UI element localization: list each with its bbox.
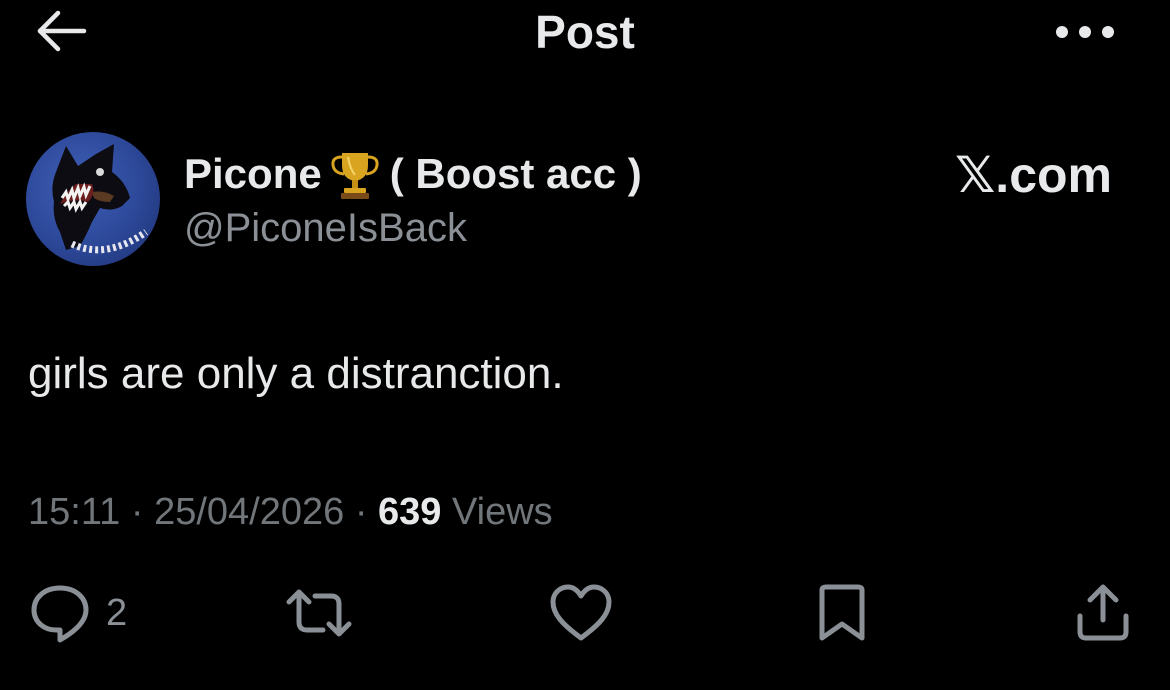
repost-button[interactable] [283,580,355,646]
post-date: 25/04/2026 [154,491,345,533]
user-handle[interactable]: @PiconeIsBack [184,204,467,252]
post-time: 15:11 [28,491,121,533]
post-meta: 15:11 · 25/04/2026 · 639 Views [28,488,553,536]
more-options-button[interactable] [1050,12,1120,52]
views-count[interactable]: 639 [378,491,441,533]
post-text: girls are only a distranction. [28,349,564,398]
share-icon [1077,584,1129,641]
avatar[interactable] [26,132,160,266]
arrow-left-icon [37,10,87,52]
top-bar: Post [0,0,1170,70]
action-bar: 2 [0,580,1170,650]
reply-button[interactable]: 2 [28,580,127,646]
repost-icon [286,589,352,637]
reply-icon [31,585,89,643]
back-button[interactable] [30,6,90,56]
views-label: Views [452,491,553,533]
reply-count: 2 [106,591,128,634]
doberman-avatar [52,144,149,254]
bookmark-button[interactable] [812,580,872,646]
share-button[interactable] [1072,580,1134,646]
heart-icon [550,584,612,641]
author-name-row: Picone ( Boost acc ) [184,146,642,202]
meta-separator: · [130,491,144,533]
bookmark-icon [819,584,865,641]
page-title: Post [535,6,635,58]
watermark-label: 𝕏.com [955,147,1112,203]
like-button[interactable] [548,580,614,646]
meta-separator: · [354,491,368,533]
display-name[interactable]: Picone [184,150,322,198]
trophy-icon [328,147,382,201]
more-horizontal-icon [1056,26,1114,38]
name-suffix: ( Boost acc ) [389,150,642,197]
